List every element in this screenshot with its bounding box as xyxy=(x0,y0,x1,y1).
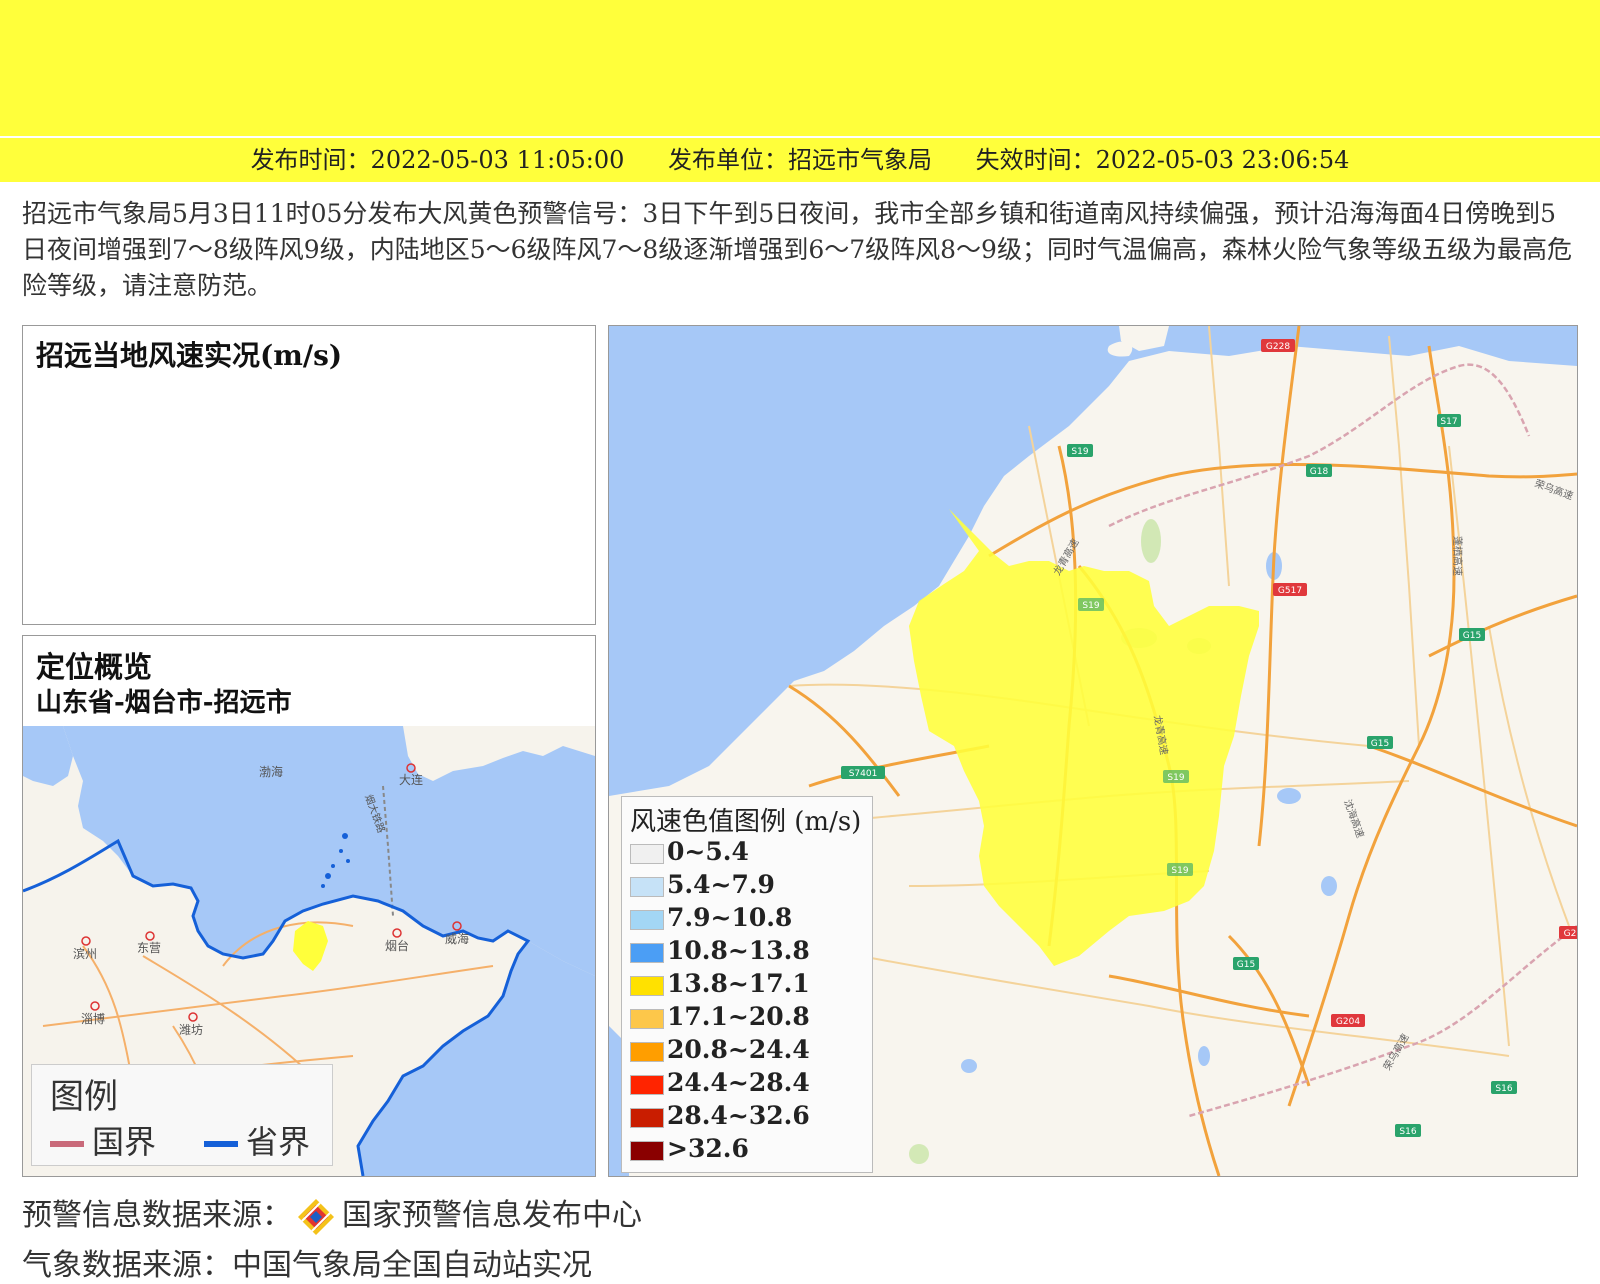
wind-swatch xyxy=(630,876,664,897)
svg-text:G2: G2 xyxy=(1564,929,1577,939)
wind-swatch xyxy=(630,843,664,864)
wind-panel-title: 招远当地风速实况(m/s) xyxy=(36,339,343,372)
wind-legend-label: 10.8~13.8 xyxy=(667,936,810,965)
wind-swatch xyxy=(630,1140,664,1161)
legend-national-border: 国界 xyxy=(50,1117,156,1163)
road-shield-s16-b: S16 xyxy=(1395,1124,1421,1137)
svg-text:S19: S19 xyxy=(1167,773,1184,783)
road-shield-g15-b: G15 xyxy=(1367,736,1393,749)
publish-time: 发布时间：2022-05-03 11:05:00 xyxy=(250,146,625,174)
svg-text:G204: G204 xyxy=(1336,1017,1360,1027)
provincial-border-label: 省界 xyxy=(246,1123,311,1161)
label-dongying: 东营 xyxy=(137,941,161,955)
label-bohai: 渤海 xyxy=(259,764,283,779)
wind-swatch xyxy=(630,1008,664,1029)
info-bar: 发布时间：2022-05-03 11:05:00 发布单位：招远市气象局 失效时… xyxy=(0,138,1600,182)
alert-center-logo-icon xyxy=(296,1197,336,1237)
wind-legend-label: >32.6 xyxy=(667,1134,749,1163)
wind-legend-item: 17.1~20.8 xyxy=(630,1002,810,1032)
label-yantai: 烟台 xyxy=(385,938,409,953)
wind-legend-item: 5.4~7.9 xyxy=(630,870,775,900)
svg-text:S7401: S7401 xyxy=(849,769,878,779)
wind-legend-item: 28.4~32.6 xyxy=(630,1101,810,1131)
svg-text:S19: S19 xyxy=(1171,866,1188,876)
road-shield-g15-c: G15 xyxy=(1233,957,1259,970)
location-legend: 图例 国界 省界 xyxy=(31,1064,333,1166)
wind-legend-item: 0~5.4 xyxy=(630,837,749,867)
warning-description: 招远市气象局5月3日11时05分发布大风黄色预警信号：3日下午到5日夜间，我市全… xyxy=(22,199,1572,300)
wind-swatch xyxy=(630,909,664,930)
label-zibo: 淄博 xyxy=(81,1011,105,1026)
warning-banner xyxy=(0,0,1600,136)
road-shield-s19-b: S19 xyxy=(1078,598,1104,611)
label-weifang: 潍坊 xyxy=(179,1022,203,1037)
wind-legend-label: 7.9~10.8 xyxy=(667,903,793,932)
svg-text:G15: G15 xyxy=(1371,739,1389,749)
location-title: 定位概览 xyxy=(36,650,153,684)
wind-legend-title: 风速色值图例 (m/s) xyxy=(630,807,862,837)
road-shield-s7401: S7401 xyxy=(841,766,885,779)
road-shield-g204: G204 xyxy=(1331,1014,1365,1027)
location-overview-panel: 定位概览 山东省-烟台市-招远市 渤海 大连 滨州 东营 烟台 威海 淄博 潍坊… xyxy=(22,635,596,1177)
wind-legend-label: 5.4~7.9 xyxy=(667,870,775,899)
road-shield-g15-a: G15 xyxy=(1459,628,1485,641)
wind-legend-item: 7.9~10.8 xyxy=(630,903,792,933)
publish-unit: 发布单位：招远市气象局 xyxy=(668,146,932,174)
svg-text:S17: S17 xyxy=(1440,417,1457,427)
national-border-swatch xyxy=(50,1141,84,1147)
svg-text:S19: S19 xyxy=(1082,601,1099,611)
wind-legend-label: 28.4~32.6 xyxy=(667,1101,810,1130)
wind-speed-panel: 招远当地风速实况(m/s) xyxy=(22,325,596,625)
wind-legend-item: 24.4~28.4 xyxy=(630,1068,810,1098)
wind-legend-label: 20.8~24.4 xyxy=(667,1035,810,1064)
wind-swatch xyxy=(630,1041,664,1062)
warning-source-line: 预警信息数据来源： 国家预警信息发布中心 xyxy=(22,1190,642,1237)
road-shield-s19-d: S19 xyxy=(1167,863,1193,876)
label-binzhou: 滨州 xyxy=(73,946,97,961)
svg-text:G15: G15 xyxy=(1237,960,1255,970)
wind-legend-label: 13.8~17.1 xyxy=(667,969,810,998)
label-dalian: 大连 xyxy=(399,772,423,787)
svg-text:S16: S16 xyxy=(1399,1127,1416,1137)
road-shield-s19: S19 xyxy=(1067,444,1093,457)
road-shield-s19-c: S19 xyxy=(1163,770,1189,783)
svg-text:G228: G228 xyxy=(1266,342,1290,352)
wind-swatch xyxy=(630,975,664,996)
legend-title: 图例 xyxy=(50,1077,118,1117)
national-border-label: 国界 xyxy=(92,1123,157,1161)
svg-text:S16: S16 xyxy=(1495,1084,1512,1094)
svg-text:G18: G18 xyxy=(1310,467,1329,477)
main-map-panel[interactable]: G228 S17 S19 G18 G517 S19 G15 G15 S7401 … xyxy=(608,325,1578,1177)
wind-legend-label: 17.1~20.8 xyxy=(667,1002,810,1031)
svg-text:S19: S19 xyxy=(1071,447,1088,457)
wind-swatch xyxy=(630,1107,664,1128)
wind-color-legend: 风速色值图例 (m/s) 0~5.4 5.4~7.9 7.9~10.8 10.8… xyxy=(621,796,873,1173)
provincial-border-swatch xyxy=(204,1141,238,1147)
location-subtitle: 山东省-烟台市-招远市 xyxy=(36,688,292,718)
wind-swatch xyxy=(630,942,664,963)
wind-legend-item: 10.8~13.8 xyxy=(630,936,810,966)
svg-text:G517: G517 xyxy=(1278,586,1302,596)
road-name-2: 蓬栖高速 xyxy=(1451,536,1464,576)
wind-legend-label: 0~5.4 xyxy=(667,837,749,866)
road-shield-s17: S17 xyxy=(1437,414,1461,427)
road-shield-g517: G517 xyxy=(1273,583,1307,596)
wind-legend-item: 13.8~17.1 xyxy=(630,969,810,999)
wind-swatch xyxy=(630,1074,664,1095)
wind-legend-item: >32.6 xyxy=(630,1134,749,1164)
road-shield-g18: G18 xyxy=(1306,464,1332,477)
expire-time: 失效时间：2022-05-03 23:06:54 xyxy=(975,146,1350,174)
road-shield-g2: G2 xyxy=(1559,926,1577,939)
warning-source-name[interactable]: 国家预警信息发布中心 xyxy=(342,1198,642,1233)
warning-source-label: 预警信息数据来源： xyxy=(22,1198,292,1233)
svg-text:G15: G15 xyxy=(1463,631,1481,641)
road-shield-g228: G228 xyxy=(1261,339,1295,352)
wind-legend-label: 24.4~28.4 xyxy=(667,1068,810,1097)
road-shield-s16-a: S16 xyxy=(1491,1081,1517,1094)
wind-legend-item: 20.8~24.4 xyxy=(630,1035,810,1065)
weather-source-line: 气象数据来源：中国气象局全国自动站实况 xyxy=(22,1248,592,1283)
label-weihai: 威海 xyxy=(445,931,469,946)
location-map[interactable]: 渤海 大连 滨州 东营 烟台 威海 淄博 潍坊 烟大铁路 图例 国界 省界 xyxy=(23,726,595,1176)
legend-provincial-border: 省界 xyxy=(204,1117,310,1163)
